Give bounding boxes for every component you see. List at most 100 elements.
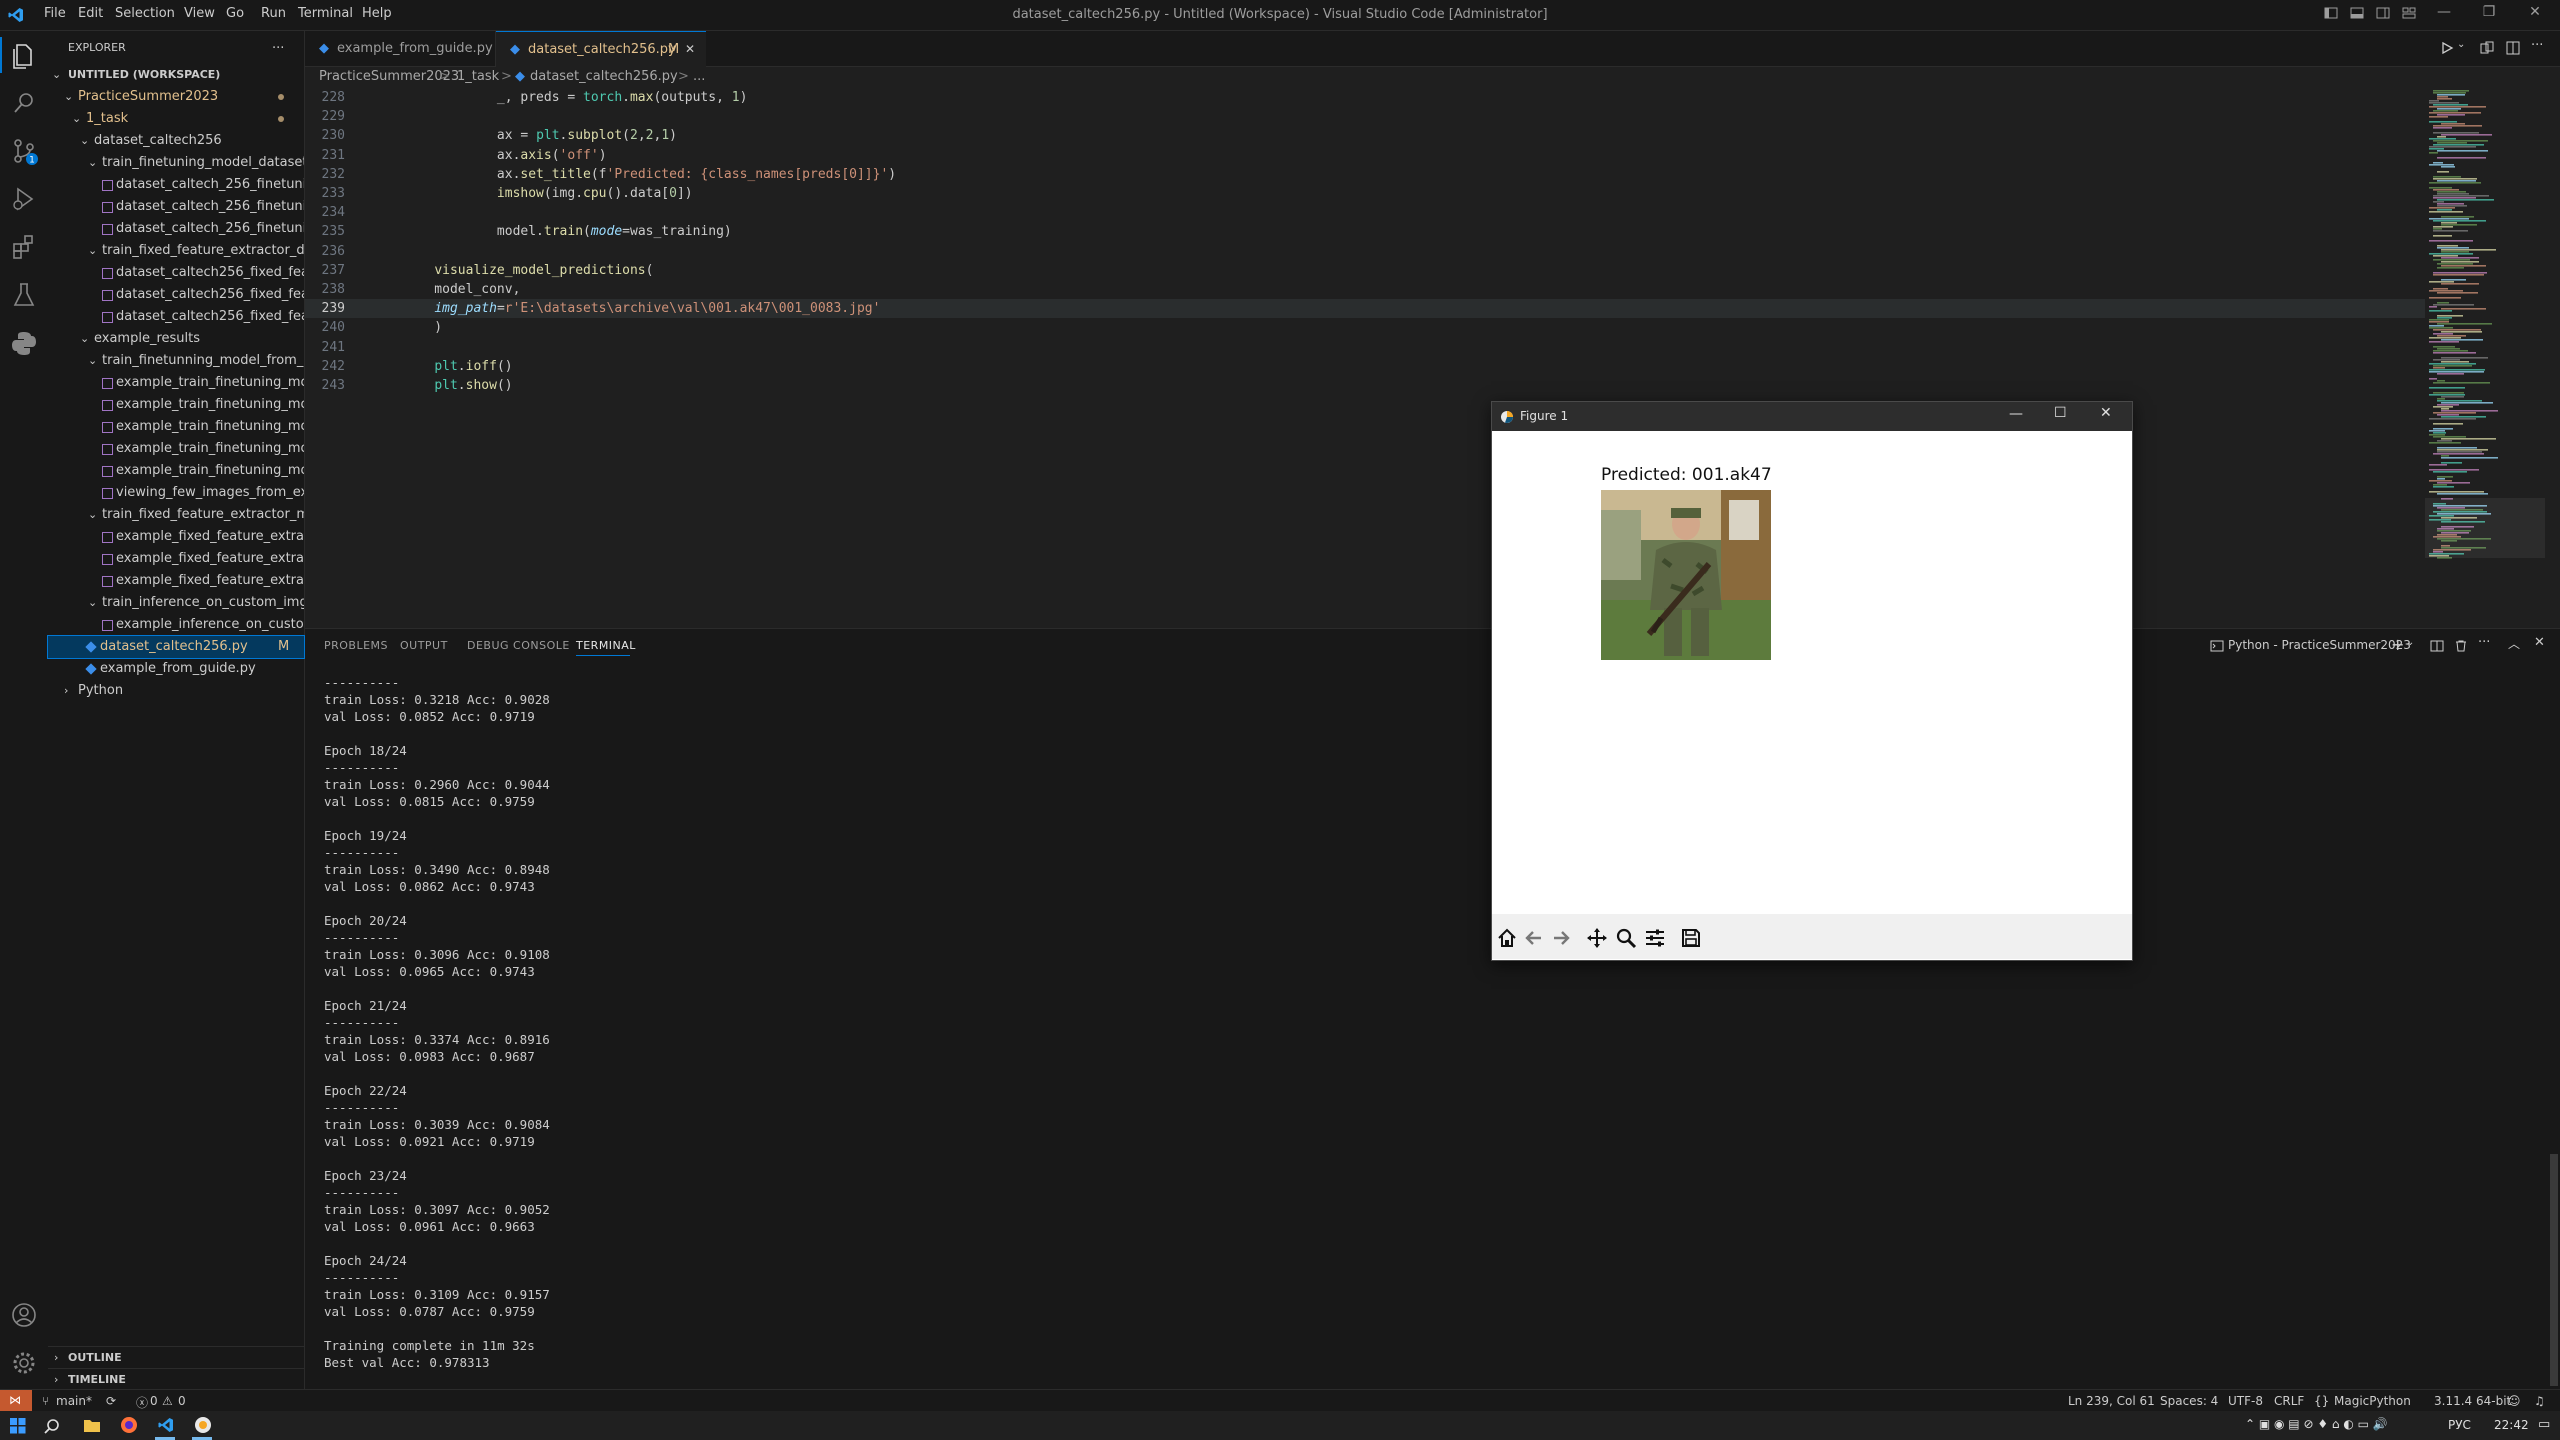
panel-more-icon[interactable]: ··· xyxy=(2478,635,2490,650)
python-icon[interactable] xyxy=(8,327,40,359)
tree-folder[interactable]: ⌄ example_results xyxy=(48,328,304,350)
tree-folder[interactable]: ⌄ train_fixed_feature_extractor_dat... xyxy=(48,240,304,262)
figure-title-bar[interactable]: Figure 1 — ☐ ✕ xyxy=(1492,402,2132,431)
figure-minimize-icon[interactable]: — xyxy=(2009,406,2023,422)
more-actions-icon[interactable]: ··· xyxy=(2531,38,2543,53)
tree-folder[interactable]: ⌄ train_inference_on_custom_imgs... xyxy=(48,592,304,614)
firefox-icon[interactable] xyxy=(120,1416,138,1434)
feedback-icon[interactable]: ☺ xyxy=(2508,1394,2521,1408)
figure-close-icon[interactable]: ✕ xyxy=(2100,405,2112,421)
language-mode[interactable]: MagicPython xyxy=(2334,1394,2411,1408)
manage-gear-icon[interactable] xyxy=(8,1347,40,1379)
tree-folder[interactable]: ⌄ train_finetunning_model_from_e... xyxy=(48,350,304,372)
maximize-panel-icon[interactable]: ︿ xyxy=(2508,635,2520,652)
tab-example-from-guide[interactable]: ◆ example_from_guide.py xyxy=(305,31,496,66)
run-python-file-icon[interactable] xyxy=(2440,41,2454,55)
restore-window-icon[interactable]: ❐ xyxy=(2481,4,2497,20)
configure-subplots-icon[interactable] xyxy=(1644,927,1666,949)
split-editor-icon[interactable] xyxy=(2505,40,2521,56)
tree-file[interactable]: example_train_finetuning_mod... xyxy=(48,460,304,482)
workspace-header[interactable]: ⌄ UNTITLED (WORKSPACE) xyxy=(48,64,304,86)
explorer-icon[interactable] xyxy=(8,39,40,71)
toggle-primary-sidebar-icon[interactable] xyxy=(2323,6,2339,22)
tree-file[interactable]: dataset_caltech256_fixed_featu... xyxy=(48,262,304,284)
tree-file[interactable]: example_from_guide.py xyxy=(48,658,304,680)
tree-file[interactable]: dataset_caltech256.py M xyxy=(47,635,305,659)
tree-folder[interactable]: ⌄ PracticeSummer2023 xyxy=(48,86,304,108)
breadcrumb-symbol[interactable]: ... xyxy=(693,66,705,88)
tree-file[interactable]: example_fixed_feature_extracto... xyxy=(48,548,304,570)
source-control-icon[interactable]: 1 xyxy=(8,135,40,167)
tree-file[interactable]: example_train_finetuning_mod... xyxy=(48,416,304,438)
tree-file[interactable]: dataset_caltech256_fixed_featu... xyxy=(48,284,304,306)
testing-icon[interactable] xyxy=(8,279,40,311)
tree-file[interactable]: dataset_caltech_256_finetunin... xyxy=(48,196,304,218)
terminal-dropdown-icon[interactable]: ⌄ xyxy=(2406,637,2414,648)
close-tab-icon[interactable]: ✕ xyxy=(685,32,695,67)
outline-section[interactable]: › OUTLINE xyxy=(48,1346,304,1369)
windows-start-icon[interactable] xyxy=(10,1418,26,1434)
back-icon[interactable] xyxy=(1523,927,1545,949)
file-explorer-icon[interactable] xyxy=(83,1417,101,1433)
toggle-secondary-sidebar-icon[interactable] xyxy=(2375,6,2391,22)
search-icon[interactable] xyxy=(8,87,40,119)
tray-icons[interactable]: ⌃ ▣ ◉ ▤ ⊘ ♦ ⌂ ◐ ▭ 🔊 xyxy=(2245,1417,2388,1431)
tree-folder[interactable]: ⌄ train_finetuning_model_dataset_... xyxy=(48,152,304,174)
python-figure-app-icon[interactable] xyxy=(194,1416,212,1434)
home-icon[interactable] xyxy=(1496,927,1518,949)
kill-terminal-trash-icon[interactable] xyxy=(2454,639,2468,653)
tree-file[interactable]: example_train_finetuning_mod... xyxy=(48,372,304,394)
remote-indicator[interactable]: ⋈ xyxy=(0,1390,32,1412)
tree-folder[interactable]: › Python xyxy=(48,680,304,702)
extensions-icon[interactable] xyxy=(8,231,40,263)
run-dropdown-icon[interactable]: ⌄ xyxy=(2457,39,2465,50)
errors-count[interactable]: 0 xyxy=(150,1394,158,1408)
timeline-section[interactable]: › TIMELINE xyxy=(48,1368,304,1391)
notifications-bell-icon[interactable]: ♫ xyxy=(2534,1394,2545,1408)
warnings-count[interactable]: 0 xyxy=(178,1394,186,1408)
breadcrumb-subfolder[interactable]: 1_task xyxy=(457,66,499,88)
close-panel-icon[interactable]: ✕ xyxy=(2534,635,2545,650)
zoom-icon[interactable] xyxy=(1615,927,1637,949)
forward-icon[interactable] xyxy=(1550,927,1572,949)
tree-file[interactable]: viewing_few_images_from_exa... xyxy=(48,482,304,504)
tab-output[interactable]: OUTPUT xyxy=(400,639,448,652)
close-window-icon[interactable]: ✕ xyxy=(2527,4,2543,20)
minimap[interactable] xyxy=(2425,88,2545,628)
taskbar-search-icon[interactable] xyxy=(44,1418,60,1434)
tree-file[interactable]: example_inference_on_custom_... xyxy=(48,614,304,636)
toggle-panel-icon[interactable] xyxy=(2349,6,2365,22)
tree-file[interactable]: example_fixed_feature_extracto... xyxy=(48,570,304,592)
cursor-position[interactable]: Ln 239, Col 61 xyxy=(2068,1394,2155,1408)
tree-file[interactable]: example_train_finetuning_mod... xyxy=(48,438,304,460)
accounts-icon[interactable] xyxy=(8,1299,40,1331)
encoding[interactable]: UTF-8 xyxy=(2228,1394,2263,1408)
run-debug-icon[interactable] xyxy=(8,183,40,215)
input-language[interactable]: РУС xyxy=(2448,1418,2471,1432)
python-interpreter[interactable]: 3.11.4 64-bit xyxy=(2434,1394,2511,1408)
tree-folder[interactable]: ⌄ train_fixed_feature_extractor_mo... xyxy=(48,504,304,526)
new-terminal-icon[interactable]: + xyxy=(2391,635,2404,654)
tree-file[interactable]: dataset_caltech_256_finetunin... xyxy=(48,174,304,196)
tree-file[interactable]: dataset_caltech_256_finetunin... xyxy=(48,218,304,240)
tab-problems[interactable]: PROBLEMS xyxy=(324,639,388,652)
terminal-name[interactable]: Python - PracticeSummer2023 xyxy=(2228,638,2411,652)
tree-folder[interactable]: ⌄ 1_task xyxy=(48,108,304,130)
customize-layout-icon[interactable] xyxy=(2401,6,2417,22)
split-terminal-icon[interactable] xyxy=(2430,639,2444,653)
action-center-icon[interactable]: ▭ xyxy=(2538,1417,2550,1432)
tree-file[interactable]: example_fixed_feature_extracto... xyxy=(48,526,304,548)
clock[interactable]: 22:42 xyxy=(2494,1418,2529,1432)
line-ending[interactable]: CRLF xyxy=(2274,1394,2304,1408)
tab-debug-console[interactable]: DEBUG CONSOLE xyxy=(467,639,570,652)
tree-folder[interactable]: ⌄ dataset_caltech256 xyxy=(48,130,304,152)
breadcrumb-file[interactable]: dataset_caltech256.py xyxy=(530,66,678,88)
figure-maximize-icon[interactable]: ☐ xyxy=(2054,405,2067,421)
tab-terminal[interactable]: TERMINAL xyxy=(576,639,636,652)
tree-file[interactable]: example_train_finetuning_mod... xyxy=(48,394,304,416)
save-icon[interactable] xyxy=(1680,927,1702,949)
terminal-scrollbar[interactable] xyxy=(2550,1154,2558,1386)
sync-icon[interactable]: ⟳ xyxy=(106,1394,116,1408)
branch-name[interactable]: main* xyxy=(56,1394,92,1408)
pan-icon[interactable] xyxy=(1586,927,1608,949)
